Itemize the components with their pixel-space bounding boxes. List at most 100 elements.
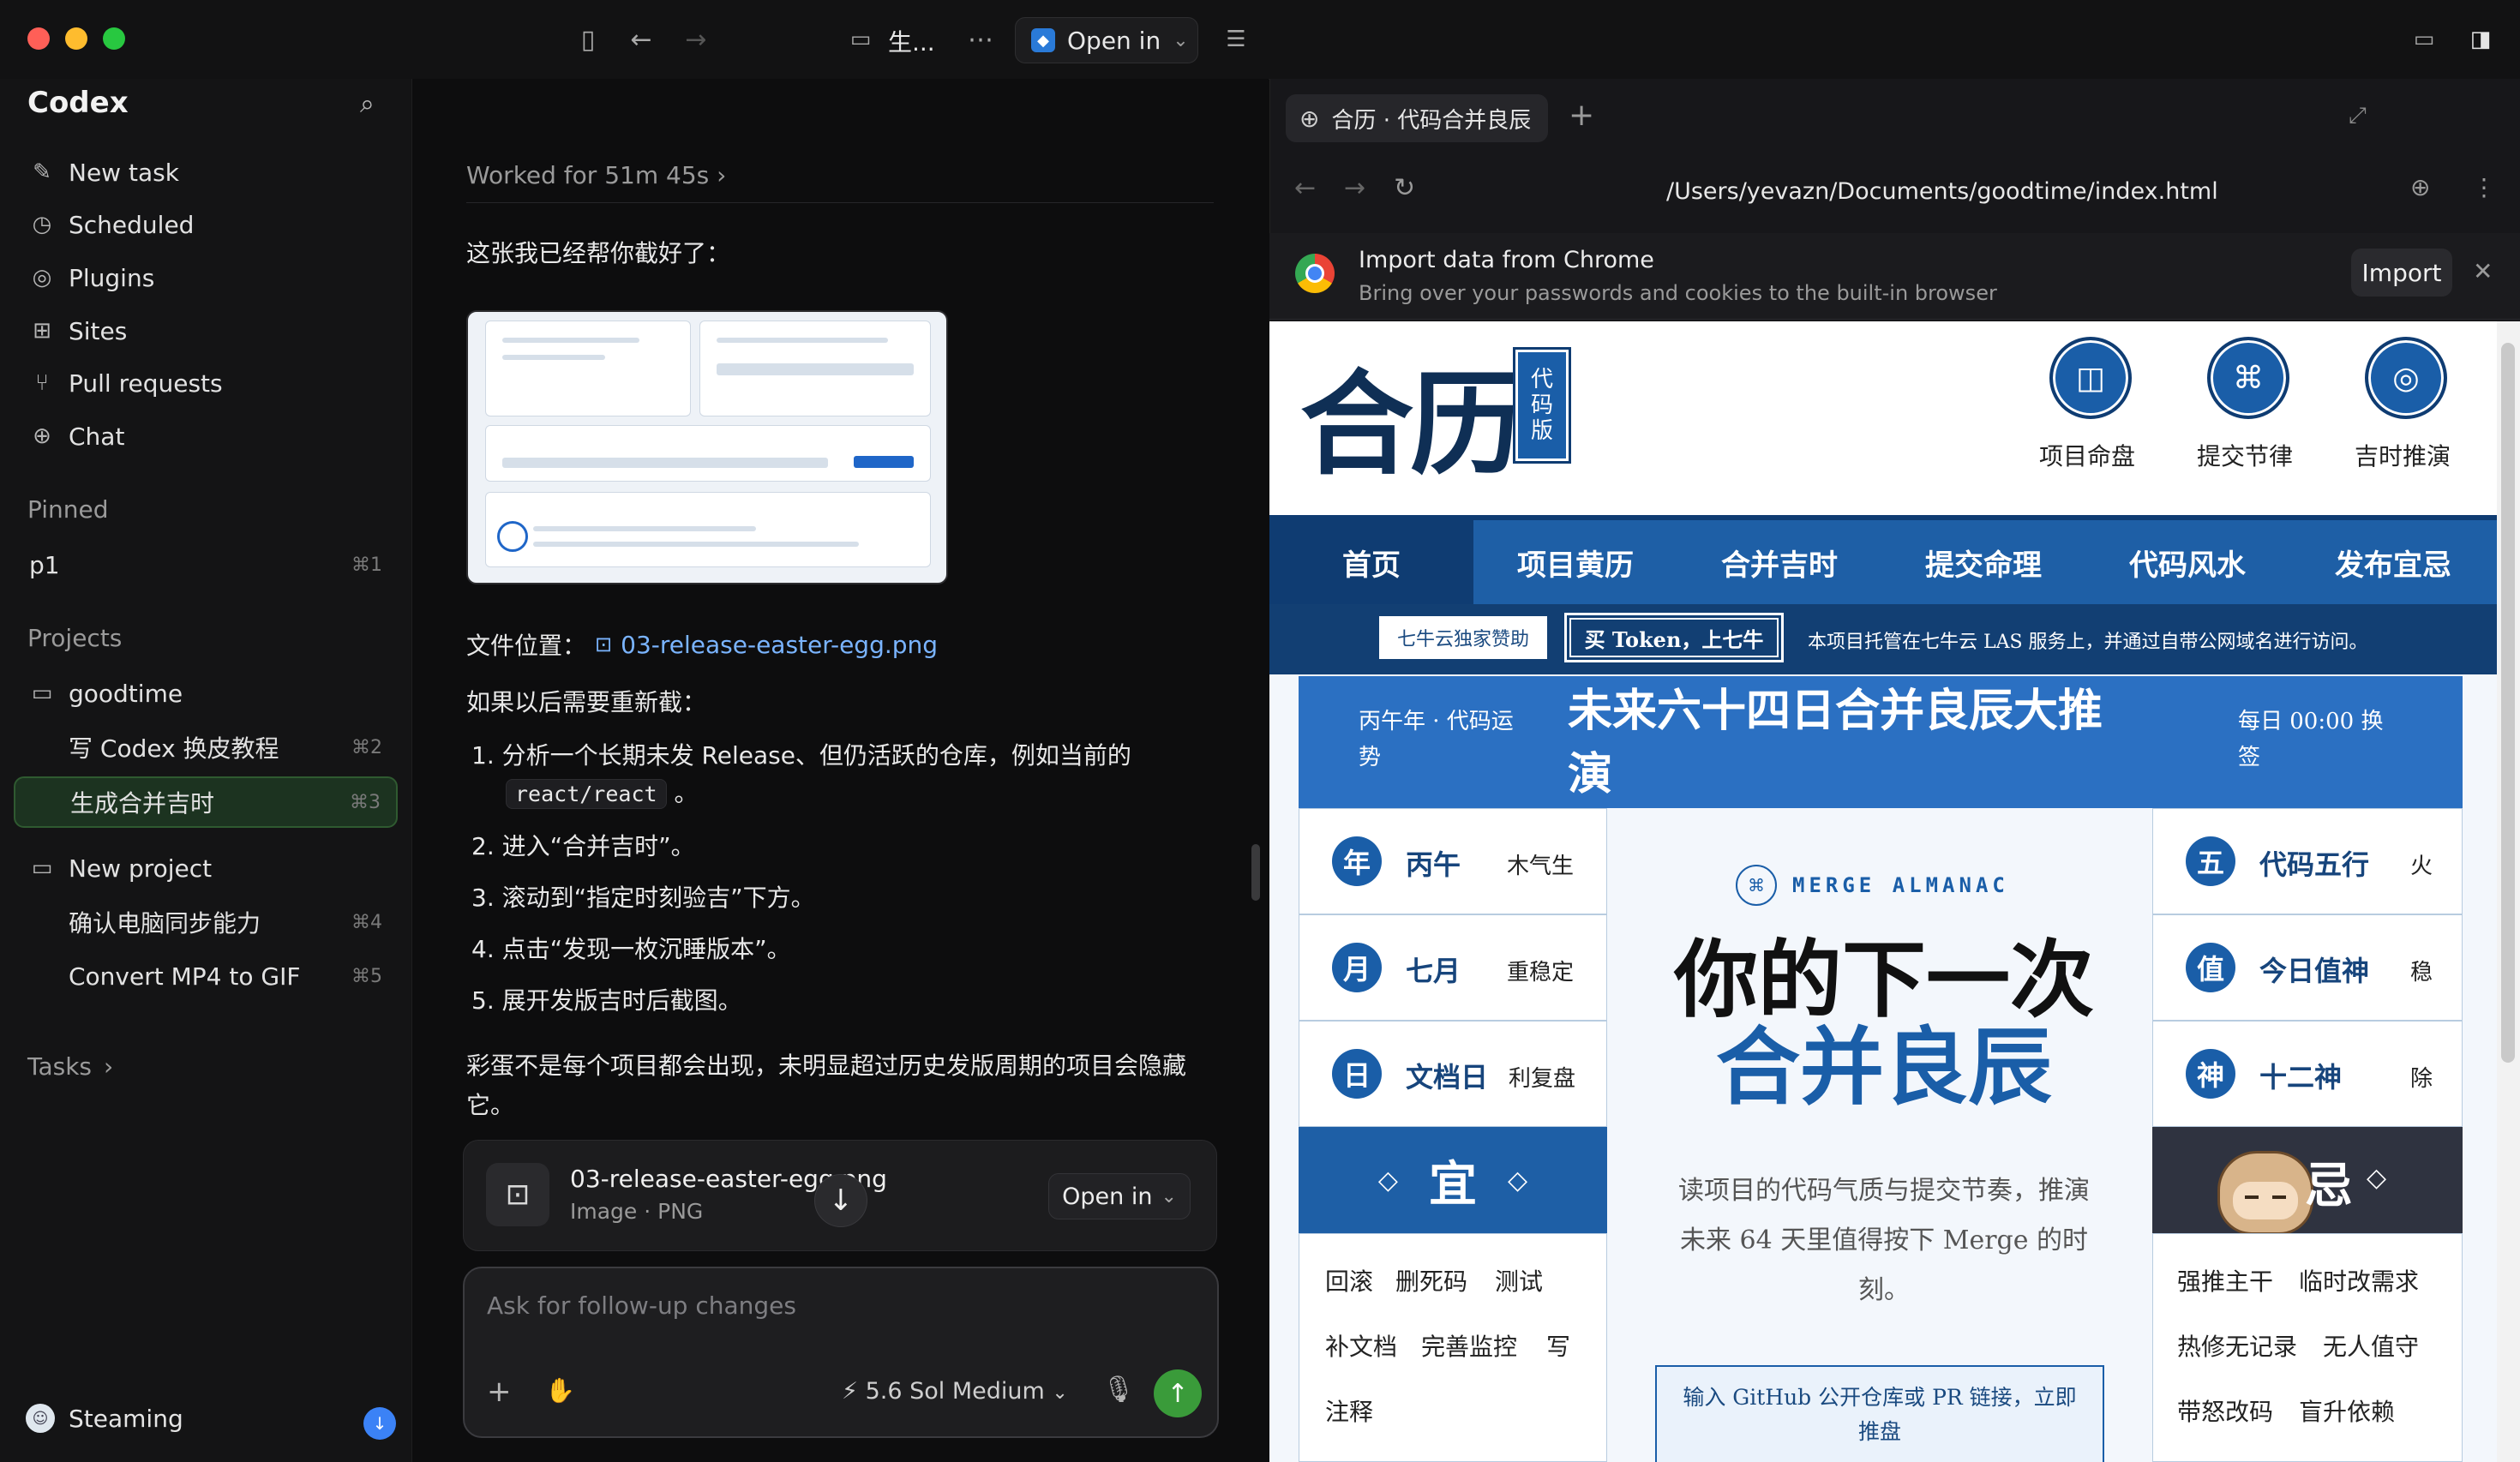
import-button[interactable]: Import	[2351, 249, 2452, 297]
thread-item[interactable]: 确认电脑同步能力 ⌘4	[14, 897, 398, 947]
file-link[interactable]: 03-release-easter-egg.png	[621, 631, 938, 659]
expand-icon[interactable]: ⤢	[2349, 103, 2367, 129]
time-divination-icon[interactable]: ◎	[2365, 337, 2447, 419]
clock-icon: ◷	[32, 212, 52, 237]
nav-item-merge-time[interactable]: 合并吉时	[1677, 520, 1881, 604]
note-line: 它。	[466, 1091, 515, 1119]
attachment-open-in-button[interactable]: Open in ⌄	[1048, 1173, 1191, 1219]
bottom-panel-icon[interactable]: ▭	[2407, 22, 2441, 57]
center-panel: ⌘ MERGE ALMANAC 你的下一次 合并良辰 读项目的代码气质与提交节奏…	[1607, 808, 2161, 1462]
project-chart-icon[interactable]: ◫	[2049, 337, 2132, 419]
url-bar[interactable]: /Users/yevazn/Documents/goodtime/index.h…	[1666, 178, 2218, 205]
sidebar-item-chat[interactable]: ⊕ Chat	[14, 411, 398, 461]
site-logo[interactable]: 合历	[1300, 333, 1523, 497]
folder-icon: ▭	[31, 855, 53, 881]
chevron-down-icon: ⌄	[1161, 1185, 1177, 1207]
almanac-cell: 五 代码五行 火	[2152, 808, 2463, 914]
right-panel-icon[interactable]: ◨	[2463, 22, 2498, 57]
sidebar-item-p1[interactable]: p1 ⌘1	[14, 540, 398, 590]
sidebar-item-scheduled[interactable]: ◷ Scheduled	[14, 200, 398, 249]
attachment-type: Image · PNG	[570, 1199, 704, 1224]
sponsor-badge[interactable]: 七牛云独家赞助	[1379, 616, 1547, 659]
folder-title[interactable]: 生...	[888, 24, 935, 58]
back-arrow-icon[interactable]: ←	[624, 22, 658, 57]
token-button[interactable]: 买 Token，上七牛	[1564, 613, 1784, 662]
model-selector[interactable]: ⚡ 5.6 Sol Medium ⌄	[842, 1378, 1068, 1405]
sidebar-item-new-task[interactable]: ✎ New task	[14, 147, 398, 197]
banner-title: 未来六十四日合并良辰大推 演	[1568, 685, 2103, 800]
header-link-label[interactable]: 项目命盘	[2019, 438, 2156, 472]
header-link-label[interactable]: 吉时推演	[2334, 438, 2471, 472]
update-icon[interactable]: ↓	[363, 1407, 396, 1440]
worked-duration[interactable]: Worked for 51m 45s ›	[466, 161, 726, 189]
project-goodtime[interactable]: ▭ goodtime	[14, 668, 398, 718]
repo-input-hint[interactable]: 输入 GitHub 公开仓库或 PR 链接，立即 推盘	[1655, 1365, 2104, 1462]
sidebar-toggle-icon[interactable]: ▯	[571, 22, 605, 57]
pane-resize-handle[interactable]	[1251, 844, 1260, 901]
diamond-icon: ◇	[1508, 1165, 1528, 1195]
nav-item-code-fengshui[interactable]: 代码风水	[2085, 520, 2289, 604]
hand-icon[interactable]: ✋	[545, 1376, 575, 1405]
thread-item-active[interactable]: 生成合并吉时 ⌘3	[14, 776, 398, 828]
shortcut-hint: ⌘5	[351, 965, 382, 987]
grid-icon: ⊞	[33, 318, 51, 344]
nav-item-commit-fortune[interactable]: 提交命理	[1881, 520, 2085, 604]
site-nav: 首页 项目黄历 合并吉时 提交命理 代码风水 发布宜忌	[1269, 515, 2497, 604]
reload-icon[interactable]: ↻	[1394, 173, 1415, 203]
close-window-button[interactable]	[27, 27, 50, 50]
sidebar-item-plugins[interactable]: ◎ Plugins	[14, 253, 398, 303]
nav-item-almanac[interactable]: 项目黄历	[1473, 520, 1677, 604]
day-badge: 日	[1332, 1049, 1382, 1099]
back-arrow-icon[interactable]: ←	[1294, 173, 1316, 203]
bookmark-add-icon[interactable]: ⊕	[2410, 173, 2430, 201]
import-title: Import data from Chrome	[1359, 247, 1654, 273]
search-icon[interactable]: ⌕	[360, 89, 375, 119]
more-options-icon[interactable]: ⋯	[963, 22, 998, 57]
checklist-icon[interactable]: ☰	[1219, 22, 1253, 57]
plus-icon[interactable]: +	[487, 1375, 512, 1409]
avatar: ☺	[26, 1404, 55, 1433]
title-bar	[0, 0, 2520, 80]
pull-request-icon: ⑂	[35, 370, 49, 396]
shortcut-hint: ⌘4	[351, 911, 382, 933]
nav-item-home[interactable]: 首页	[1269, 520, 1473, 604]
open-in-button[interactable]: ◆ Open in ⌄	[1015, 17, 1198, 63]
follow-up-input[interactable]	[485, 1287, 1191, 1323]
browser-menu-icon[interactable]: ⋮	[2472, 173, 2496, 201]
ji-glyph: 忌	[2305, 1158, 2353, 1214]
tab-title: 合历 · 代码合并良辰	[1331, 107, 1532, 134]
list-item: 4. 点击“发现一枚沉睡版本”。	[471, 935, 791, 963]
nav-item-release-dos[interactable]: 发布宜忌	[2289, 520, 2497, 604]
center-description: 读项目的代码气质与提交节奏，推演 未来 64 天里值得按下 Merge 的时 刻…	[1678, 1176, 2090, 1305]
plugin-icon: ◎	[32, 265, 52, 291]
send-button[interactable]: ↑	[1154, 1369, 1202, 1417]
header-link-label[interactable]: 提交节律	[2176, 438, 2313, 472]
new-tab-icon[interactable]: +	[1569, 98, 1594, 133]
maximize-window-button[interactable]	[103, 27, 125, 50]
screenshot-thumbnail[interactable]	[466, 310, 948, 584]
projects-heading: Projects	[27, 624, 123, 652]
browser-tab[interactable]: ⊕ 合历 · 代码合并良辰	[1286, 94, 1548, 142]
sidebar-item-pull-requests[interactable]: ⑂ Pull requests	[14, 358, 398, 408]
forward-arrow-icon[interactable]: →	[679, 22, 713, 57]
commit-rhythm-icon[interactable]: ⌘	[2207, 337, 2289, 419]
page-scrollbar[interactable]	[2501, 343, 2515, 1063]
year-badge: 年	[1332, 836, 1382, 886]
redo-heading: 如果以后需要重新截：	[466, 688, 707, 716]
forward-arrow-icon[interactable]: →	[1344, 173, 1365, 203]
message-intro: 这张我已经帮你截好了：	[466, 239, 731, 267]
thread-item[interactable]: Convert MP4 to GIF ⌘5	[14, 951, 398, 1001]
five-elements-badge: 五	[2186, 836, 2235, 886]
microphone-icon[interactable]: 🎙	[1102, 1375, 1135, 1405]
close-icon[interactable]: ✕	[2473, 257, 2493, 285]
plus-circle-icon: ⊕	[33, 423, 51, 449]
lightning-icon: ⚡	[842, 1378, 858, 1405]
sidebar-item-sites[interactable]: ⊞ Sites	[14, 306, 398, 356]
tasks-heading[interactable]: Tasks ›	[27, 1052, 113, 1081]
minimize-window-button[interactable]	[65, 27, 87, 50]
user-account[interactable]: ☺ Steaming	[26, 1404, 183, 1433]
almanac-cell: 月 七月 重稳定	[1299, 914, 1607, 1021]
project-new-project[interactable]: ▭ New project	[14, 843, 398, 893]
thread-item[interactable]: 写 Codex 换皮教程 ⌘2	[14, 722, 398, 772]
scroll-down-icon[interactable]: ↓	[814, 1174, 867, 1227]
